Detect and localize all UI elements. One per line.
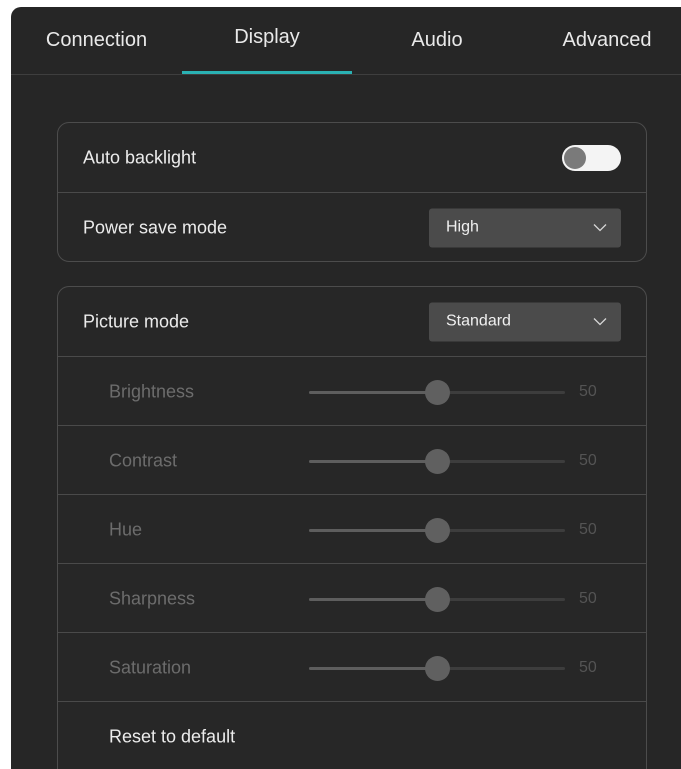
power-save-mode-label: Power save mode bbox=[83, 217, 228, 237]
tab-connection[interactable]: Connection bbox=[11, 7, 182, 74]
brightness-slider[interactable] bbox=[309, 379, 565, 405]
slider-thumb[interactable] bbox=[425, 655, 450, 681]
slider-fill bbox=[309, 390, 437, 394]
contrast-slider[interactable] bbox=[309, 448, 565, 474]
reset-row[interactable]: Reset to default bbox=[58, 701, 646, 769]
contrast-label: Contrast bbox=[109, 450, 178, 470]
tab-bar: Connection Display Audio Advanced bbox=[11, 7, 681, 75]
brightness-row: Brightness 50 bbox=[58, 356, 646, 426]
tab-audio[interactable]: Audio bbox=[352, 7, 522, 74]
power-save-mode-row: Power save mode High bbox=[58, 192, 646, 262]
auto-backlight-toggle[interactable] bbox=[562, 144, 621, 171]
slider-fill bbox=[309, 528, 437, 532]
settings-window: Connection Display Audio Advanced Auto b… bbox=[11, 7, 681, 769]
slider-thumb[interactable] bbox=[425, 517, 450, 543]
hue-slider[interactable] bbox=[309, 517, 565, 543]
power-save-mode-dropdown[interactable]: High bbox=[429, 208, 621, 247]
picture-mode-label: Picture mode bbox=[83, 311, 190, 331]
tab-display[interactable]: Display bbox=[182, 7, 352, 71]
chevron-down-icon bbox=[593, 318, 607, 326]
brightness-label: Brightness bbox=[109, 381, 195, 401]
saturation-row: Saturation 50 bbox=[58, 632, 646, 702]
sharpness-value: 50 bbox=[579, 589, 597, 607]
slider-fill bbox=[309, 459, 437, 463]
contrast-row: Contrast 50 bbox=[58, 425, 646, 495]
slider-fill bbox=[309, 597, 437, 601]
saturation-value: 50 bbox=[579, 658, 597, 676]
saturation-label: Saturation bbox=[109, 657, 192, 677]
picture-settings-card: Picture mode Standard Brightness 50 Cont… bbox=[57, 286, 647, 769]
hue-value: 50 bbox=[579, 520, 597, 538]
saturation-slider[interactable] bbox=[309, 655, 565, 681]
power-settings-card: Auto backlight Power save mode High bbox=[57, 122, 647, 262]
picture-mode-row: Picture mode Standard bbox=[58, 287, 646, 356]
tab-advanced[interactable]: Advanced bbox=[522, 7, 681, 74]
slider-thumb[interactable] bbox=[425, 586, 450, 612]
chevron-down-icon bbox=[593, 224, 607, 232]
auto-backlight-label: Auto backlight bbox=[83, 147, 197, 167]
hue-label: Hue bbox=[109, 519, 143, 539]
brightness-value: 50 bbox=[579, 382, 597, 400]
contrast-value: 50 bbox=[579, 451, 597, 469]
auto-backlight-row: Auto backlight bbox=[58, 123, 646, 192]
slider-thumb[interactable] bbox=[425, 448, 450, 474]
active-tab-indicator bbox=[182, 71, 352, 74]
toggle-knob bbox=[564, 146, 586, 169]
picture-mode-dropdown[interactable]: Standard bbox=[429, 302, 621, 341]
power-save-mode-value: High bbox=[446, 218, 479, 236]
slider-thumb[interactable] bbox=[425, 379, 450, 405]
sharpness-label: Sharpness bbox=[109, 588, 196, 608]
slider-fill bbox=[309, 666, 437, 670]
sharpness-slider[interactable] bbox=[309, 586, 565, 612]
sharpness-row: Sharpness 50 bbox=[58, 563, 646, 633]
picture-mode-value: Standard bbox=[446, 312, 511, 330]
reset-to-default-button[interactable]: Reset to default bbox=[109, 726, 235, 747]
hue-row: Hue 50 bbox=[58, 494, 646, 564]
